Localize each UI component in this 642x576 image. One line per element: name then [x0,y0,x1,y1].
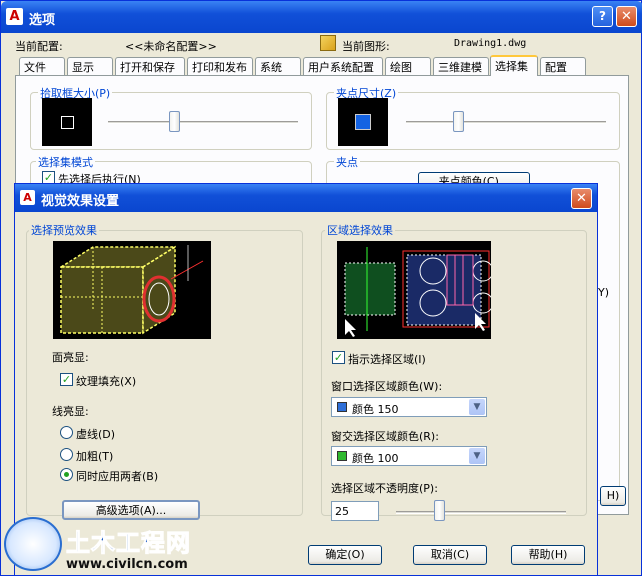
tab-plot-publish[interactable]: 打印和发布 [187,57,253,75]
side-help-button-fragment[interactable]: H) [600,486,626,506]
tab-3d-modeling[interactable]: 三维建模 [433,57,489,75]
selection-modes-title: 选择集模式 [36,154,95,170]
dash-radio-label: 虚线(D) [76,428,116,441]
area-selection-preview [337,241,494,339]
tab-selection[interactable]: 选择集 [490,55,538,76]
window-color-label: 窗口选择区域颜色(W): [331,380,443,393]
window-color-swatch [337,402,347,412]
grips-title: 夹点 [334,154,360,170]
chevron-down-icon[interactable]: ▼ [469,399,485,415]
cancel-button[interactable]: 取消(C) [413,545,487,565]
close-dialog-button[interactable]: ✕ [571,188,592,209]
grip-preview [338,98,388,146]
indicate-area-label: 指示选择区域(I) [348,353,426,366]
both-radio[interactable] [60,468,73,481]
watermark-url: www.civilcn.com [66,557,188,572]
texture-fill-checkbox[interactable]: ✓ [60,373,73,386]
tab-profiles[interactable]: 配置 [540,57,586,75]
thicken-radio-label: 加粗(T) [76,450,114,463]
current-drawing-label: 当前图形: [342,40,390,53]
site-watermark: 土木工程网 www.civilcn.com [0,513,210,576]
dash-radio[interactable] [60,426,73,439]
pickbox-slider-track[interactable] [108,121,298,124]
opacity-label: 选择区域不透明度(P): [331,482,438,495]
autocad-logo-icon: A [20,190,35,205]
site-logo-icon [4,517,62,571]
tab-drafting[interactable]: 绘图 [385,57,431,75]
opacity-slider-track[interactable] [396,511,566,514]
grip-slider-track[interactable] [406,121,606,124]
tab-display[interactable]: 显示 [67,57,113,75]
thicken-radio[interactable] [60,448,73,461]
line-highlight-label: 线亮显: [52,405,89,418]
face-highlight-label: 面亮显: [52,351,89,364]
tab-open-save[interactable]: 打开和保存 [115,57,185,75]
selection-preview-image [53,241,211,339]
autocad-logo-icon: A [6,8,23,25]
crossing-color-swatch [337,451,347,461]
window-color-value: 颜色 150 [352,403,399,416]
opacity-input[interactable]: 25 [331,501,379,521]
both-radio-label: 同时应用两者(B) [76,470,159,483]
ok-button[interactable]: 确定(O) [308,545,382,565]
pickbox-preview [42,98,92,146]
current-profile-value: <<未命名配置>> [125,40,217,53]
current-drawing-value: Drawing1.dwg [454,38,527,49]
options-title-bar: A 选项 ? ✕ [1,1,642,33]
opacity-value: 25 [335,505,349,518]
crossing-color-value: 颜色 100 [352,452,399,465]
texture-fill-label: 纹理填充(X) [76,375,137,388]
drawing-icon [320,35,336,51]
crossing-color-select[interactable]: 颜色 100 ▼ [331,446,487,466]
options-title: 选项 [29,13,56,28]
watermark-brand: 土木工程网 [66,529,191,558]
selection-preview-title: 选择预览效果 [29,222,99,238]
dialog-title: 视觉效果设置 [41,194,120,209]
indicate-area-checkbox[interactable]: ✓ [332,351,345,364]
current-profile-label: 当前配置: [15,40,63,53]
crossing-color-label: 窗交选择区域颜色(R): [331,430,439,443]
close-options-button[interactable]: ✕ [616,6,637,27]
help-icon-button[interactable]: ? [592,6,613,27]
chevron-down-icon[interactable]: ▼ [469,448,485,464]
dialog-title-bar: A 视觉效果设置 ✕ [15,184,597,212]
grip-square [355,114,371,130]
grip-slider-thumb[interactable] [453,111,464,132]
tab-system[interactable]: 系统 [255,57,301,75]
side-option-fragment: Y) [598,286,610,299]
area-selection-title: 区域选择效果 [325,222,395,238]
pickbox-square [61,116,74,129]
tab-user-preferences[interactable]: 用户系统配置 [303,57,383,75]
window-color-select[interactable]: 颜色 150 ▼ [331,397,487,417]
pickbox-slider-thumb[interactable] [169,111,180,132]
tab-files[interactable]: 文件 [19,57,65,75]
help-button[interactable]: 帮助(H) [511,545,585,565]
opacity-slider-thumb[interactable] [434,500,445,521]
